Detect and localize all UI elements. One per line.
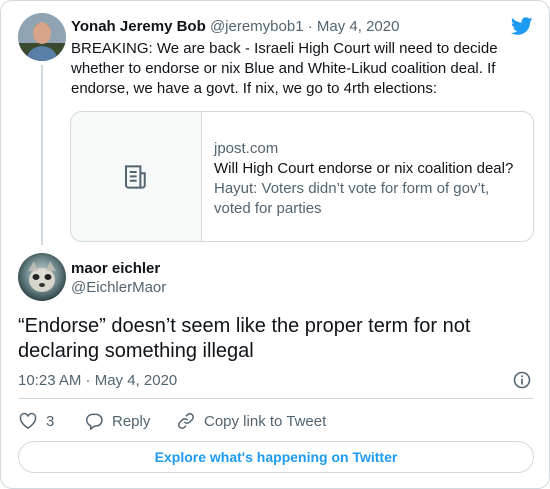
parent-author-handle[interactable]: @jeremybob1 (210, 18, 304, 35)
link-preview-card[interactable]: jpost.com Will High Court endorse or nix… (70, 111, 534, 242)
main-author-handle[interactable]: @EichlerMaor (71, 278, 166, 298)
link-preview-domain: jpost.com (214, 140, 279, 157)
tweet-actions-bar: 3 Reply Copy link to Tweet (18, 409, 326, 433)
link-preview-description: Hayut: Voters didn’t vote for form of go… (214, 180, 490, 217)
parent-meta-separator: · (307, 18, 313, 35)
reply-label: Reply (112, 412, 151, 430)
info-icon[interactable] (512, 370, 532, 390)
heart-icon (19, 412, 37, 429)
link-preview-thumbnail (71, 112, 202, 241)
thread-connector-line (41, 65, 43, 245)
parent-author-avatar[interactable] (18, 13, 66, 61)
actions-divider (18, 398, 534, 399)
parent-author-name[interactable]: Yonah Jeremy Bob (71, 18, 206, 35)
link-icon (178, 413, 194, 429)
main-author-name[interactable]: maor eichler (71, 259, 160, 279)
reply-button[interactable]: Reply (84, 411, 176, 431)
like-button[interactable]: 3 (18, 411, 84, 431)
twitter-bird-icon[interactable] (509, 15, 535, 37)
copy-link-button[interactable]: Copy link to Tweet (176, 411, 326, 431)
copy-link-label: Copy link to Tweet (204, 412, 327, 430)
document-icon (125, 164, 146, 189)
like-count: 3 (46, 412, 55, 430)
tweet-embed-card: Yonah Jeremy Bob @jeremybob1 · May 4, 20… (0, 0, 550, 489)
tweet-timestamp[interactable]: 10:23 AM · May 4, 2020 (18, 371, 177, 391)
link-preview-title: Will High Court endorse or nix coalition… (214, 160, 514, 177)
parent-tweet-text: BREAKING: We are back - Israeli High Cou… (71, 40, 498, 97)
parent-tweet-date[interactable]: May 4, 2020 (317, 18, 400, 35)
link-preview-body: jpost.com Will High Court endorse or nix… (202, 112, 514, 241)
main-tweet-text: “Endorse” doesn’t seem like the proper t… (18, 315, 471, 362)
reply-bubble-icon (85, 413, 103, 431)
explore-twitter-button[interactable]: Explore what's happening on Twitter (18, 441, 534, 473)
parent-tweet-header: Yonah Jeremy Bob @jeremybob1 · May 4, 20… (71, 17, 399, 37)
main-author-avatar[interactable] (18, 253, 66, 301)
